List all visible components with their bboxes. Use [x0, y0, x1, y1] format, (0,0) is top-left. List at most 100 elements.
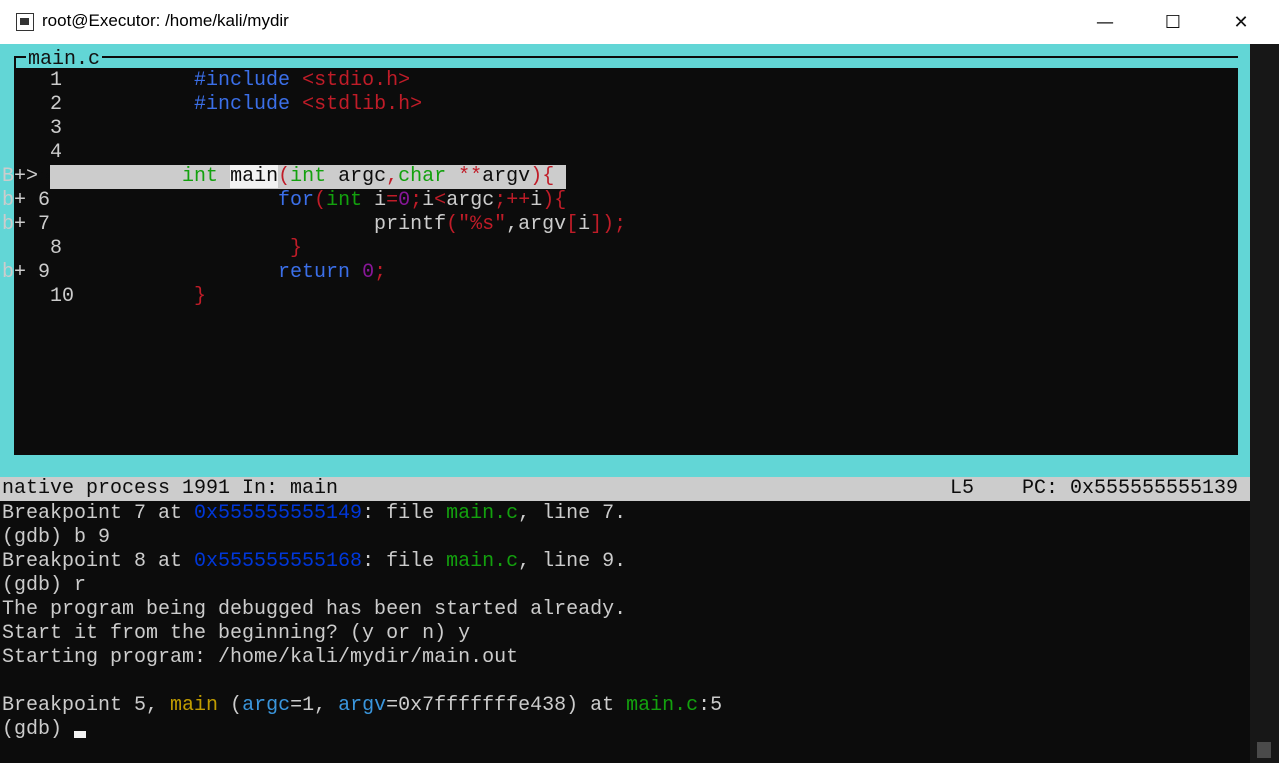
- text-segment: argv: [338, 694, 387, 717]
- text-segment: argv: [482, 165, 531, 188]
- text-segment: Start it from the beginning? (y or n) y: [2, 622, 471, 645]
- text-segment: ;: [374, 261, 387, 284]
- console-line: Breakpoint 8 at 0x555555555168: file mai…: [2, 550, 626, 574]
- source-line[interactable]: 3: [2, 117, 62, 141]
- text-segment: Breakpoint 8 at: [2, 550, 195, 573]
- source-window: main.c 1 #include <stdio.h> 2 #include <…: [0, 44, 1250, 477]
- console-line: Start it from the beginning? (y or n) y: [2, 622, 470, 646]
- text-segment: main: [230, 165, 279, 188]
- text-segment: Breakpoint 7 at: [2, 502, 195, 525]
- text-segment: main.c: [446, 502, 519, 525]
- text-segment: ;++: [494, 189, 531, 212]
- text-segment: argc: [242, 694, 291, 717]
- text-segment: 4: [2, 141, 63, 164]
- text-segment: argc: [338, 165, 387, 188]
- text-segment: i: [422, 189, 435, 212]
- text-segment: 10: [2, 285, 195, 308]
- text-segment: : file: [362, 550, 447, 573]
- text-segment: The program being debugged has been star…: [2, 598, 627, 621]
- text-segment: 8: [2, 237, 291, 260]
- console-line: (gdb) b 9: [2, 526, 110, 550]
- close-button[interactable]: ✕: [1218, 0, 1264, 44]
- text-segment: :5: [698, 694, 723, 717]
- text-segment: (gdb): [2, 718, 75, 741]
- text-segment: Breakpoint 5,: [2, 694, 171, 717]
- source-line[interactable]: b+ 9 return 0;: [2, 261, 386, 285]
- text-segment: for: [278, 189, 315, 212]
- text-segment: 1: [2, 69, 195, 92]
- source-line[interactable]: 10 }: [2, 285, 206, 309]
- cursor: [74, 731, 87, 738]
- text-segment: **: [458, 165, 483, 188]
- source-line[interactable]: 2 #include <stdlib.h>: [2, 93, 422, 117]
- text-segment: (: [278, 165, 291, 188]
- minimize-button[interactable]: —: [1082, 0, 1128, 44]
- status-pc: PC: 0x555555555139: [1022, 477, 1239, 500]
- text-segment: b+ 6: [2, 189, 279, 212]
- text-segment: int: [182, 165, 231, 188]
- text-segment: i: [530, 189, 543, 212]
- console-line: (gdb): [2, 718, 87, 742]
- text-segment: i: [578, 213, 591, 236]
- text-segment: [: [566, 213, 579, 236]
- text-segment: Starting program: /home/kali/mydir/main.…: [2, 646, 519, 669]
- text-segment: }: [194, 285, 207, 308]
- text-segment: (: [314, 189, 327, 212]
- text-segment: <stdio.h>: [302, 69, 411, 92]
- text-segment: b+ 9: [2, 261, 279, 284]
- text-segment: (gdb) b 9: [2, 526, 111, 549]
- status-bar: native process 1991 In: main L5 PC: 0x5555…: [0, 477, 1250, 501]
- text-segment: (: [218, 694, 243, 717]
- text-segment: ){: [542, 189, 567, 212]
- frame-bottom: [14, 453, 1238, 455]
- status-line: L5: [950, 477, 975, 500]
- text-segment: i: [374, 189, 387, 212]
- text-segment: 5: [38, 165, 183, 188]
- text-segment: B+>: [2, 165, 39, 188]
- window-title: root@Executor: /home/kali/mydir: [42, 11, 289, 30]
- status-process: native process 1991 In: main: [2, 477, 339, 500]
- text-segment: 3: [2, 117, 63, 140]
- text-segment: int: [290, 165, 339, 188]
- text-segment: ("%s": [446, 213, 507, 236]
- scrollbar-thumb[interactable]: [1257, 742, 1271, 758]
- text-segment: argc: [446, 189, 495, 212]
- text-segment: <: [434, 189, 447, 212]
- text-segment: =: [386, 189, 399, 212]
- console-line: Starting program: /home/kali/mydir/main.…: [2, 646, 518, 670]
- console-line: Breakpoint 7 at 0x555555555149: file mai…: [2, 502, 626, 526]
- text-segment: 0x555555555168: [194, 550, 363, 573]
- source-line[interactable]: 1 #include <stdio.h>: [2, 69, 410, 93]
- text-segment: , line 9.: [518, 550, 627, 573]
- text-segment: 0: [362, 261, 375, 284]
- text-segment: 2: [2, 93, 195, 116]
- source-line[interactable]: 8 }: [2, 237, 302, 261]
- text-segment: #include: [194, 69, 303, 92]
- terminal-icon: [16, 13, 34, 31]
- source-line[interactable]: 4: [2, 141, 62, 165]
- text-segment: return: [278, 261, 363, 284]
- text-segment: char: [398, 165, 459, 188]
- text-segment: (gdb) r: [2, 574, 87, 597]
- title-bar: root@Executor: /home/kali/mydir — ☐ ✕: [0, 0, 1279, 44]
- text-segment: int: [326, 189, 375, 212]
- text-segment: main: [170, 694, 219, 717]
- text-segment: #include: [194, 93, 303, 116]
- console-line: The program being debugged has been star…: [2, 598, 626, 622]
- text-segment: 0x555555555149: [194, 502, 363, 525]
- source-line[interactable]: B+>5 int main(int argc,char **argv){: [2, 165, 554, 189]
- text-segment: ]);: [590, 213, 627, 236]
- text-segment: ,: [386, 165, 399, 188]
- source-line[interactable]: b+ 7 printf("%s",argv[i]);: [2, 213, 626, 237]
- source-line[interactable]: b+ 6 for(int i=0;i<argc;++i){: [2, 189, 566, 213]
- text-segment: ,argv: [506, 213, 567, 236]
- frame-top: [14, 56, 1238, 58]
- maximize-button[interactable]: ☐: [1150, 0, 1196, 44]
- text-segment: ){: [530, 165, 555, 188]
- console-line: Breakpoint 5, main (argc=1, argv=0x7ffff…: [2, 694, 722, 718]
- text-segment: 0: [398, 189, 411, 212]
- text-segment: <stdlib.h>: [302, 93, 423, 116]
- scrollbar[interactable]: [1250, 44, 1279, 763]
- text-segment: b+ 7 printf: [2, 213, 447, 236]
- text-segment: , line 7.: [518, 502, 627, 525]
